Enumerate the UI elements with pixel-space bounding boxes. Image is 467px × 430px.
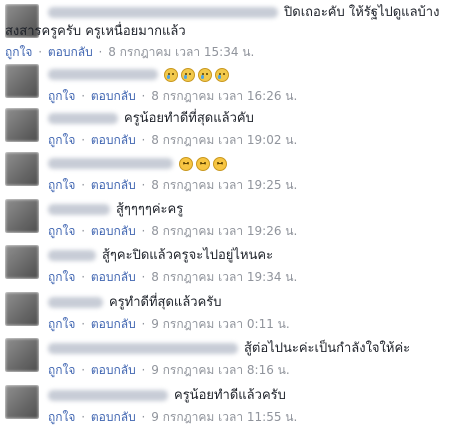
- avatar[interactable]: [5, 108, 39, 142]
- comment-timestamp[interactable]: 8 กรกฎาคม เวลา 19:26 น.: [151, 224, 297, 238]
- sad-face-icon: [213, 156, 227, 171]
- comment-body: ครูน้อยทำดีแล้วครับ: [48, 387, 286, 404]
- separator: ·: [137, 410, 150, 424]
- comment-text: สู้ๆคะปิดแล้วครูจะไปอยู่ไหนคะ: [102, 248, 274, 263]
- comment-text: ครูน้อยทำดีแล้วครับ: [174, 388, 286, 403]
- comment-actions: ถูกใจ · ตอบกลับ · 8 กรกฎาคม เวลา 16:26 น…: [48, 88, 297, 104]
- comment-actions: ถูกใจ · ตอบกลับ · 8 กรกฎาคม เวลา 19:26 น…: [48, 223, 297, 239]
- comment-text: ครูทำดีที่สุดแล้วครับ: [109, 295, 222, 310]
- like-link[interactable]: ถูกใจ: [48, 89, 75, 103]
- comment-body: ครูน้อยทำดีที่สุดแล้วคับ: [48, 110, 254, 127]
- reply-link[interactable]: ตอบกลับ: [48, 45, 93, 59]
- separator: ·: [77, 270, 89, 284]
- separator: ·: [137, 178, 150, 192]
- sad-face-icon: [196, 156, 210, 171]
- comment-body: สู้ๆคะปิดแล้วครูจะไปอยู่ไหนคะ: [48, 247, 273, 264]
- comment-timestamp[interactable]: 8 กรกฎาคม เวลา 16:26 น.: [151, 89, 297, 103]
- comment-timestamp[interactable]: 8 กรกฎาคม เวลา 19:25 น.: [151, 178, 297, 192]
- comment-body: ปิดเถอะคับ ให้รัฐไปดูแลบ้าง: [48, 4, 439, 21]
- avatar[interactable]: [5, 338, 39, 372]
- separator: ·: [137, 133, 150, 147]
- separator: ·: [137, 89, 150, 103]
- reply-link[interactable]: ตอบกลับ: [91, 317, 136, 331]
- comment-timestamp[interactable]: 9 กรกฎาคม เวลา 11:55 น.: [151, 410, 297, 424]
- crying-face-icon: [164, 67, 178, 82]
- avatar[interactable]: [5, 385, 39, 419]
- comment-body: สู้ๆๆๆๆค่ะครู: [48, 201, 183, 218]
- comment-text-continued: สงสารครูครับ ครูเหนื่อยมากแล้ว: [5, 24, 186, 39]
- separator: ·: [137, 270, 150, 284]
- comment-actions: ถูกใจ · ตอบกลับ · 9 กรกฎาคม เวลา 11:55 น…: [48, 409, 297, 425]
- comment-timestamp[interactable]: 9 กรกฎาคม เวลา 8:16 น.: [151, 363, 290, 377]
- commenter-name-redacted[interactable]: [48, 297, 103, 308]
- separator: ·: [137, 363, 150, 377]
- separator: ·: [94, 45, 107, 59]
- comment-body: [48, 155, 230, 172]
- like-link[interactable]: ถูกใจ: [48, 133, 75, 147]
- separator: ·: [77, 317, 89, 331]
- crying-face-icon: [198, 67, 212, 82]
- reply-link[interactable]: ตอบกลับ: [91, 178, 136, 192]
- crying-face-icon: [181, 67, 195, 82]
- comment-actions: ถูกใจ · ตอบกลับ · 8 กรกฎาคม เวลา 19:25 น…: [48, 177, 297, 193]
- like-link[interactable]: ถูกใจ: [48, 317, 75, 331]
- commenter-name-redacted[interactable]: [48, 69, 158, 80]
- separator: ·: [77, 133, 89, 147]
- separator: ·: [137, 224, 150, 238]
- commenter-name-redacted[interactable]: [48, 390, 168, 401]
- reply-link[interactable]: ตอบกลับ: [91, 89, 136, 103]
- commenter-name-redacted[interactable]: [48, 250, 96, 261]
- avatar[interactable]: [5, 199, 39, 233]
- commenter-name-redacted[interactable]: [48, 204, 110, 215]
- reply-link[interactable]: ตอบกลับ: [91, 224, 136, 238]
- commenter-name-redacted[interactable]: [48, 7, 278, 18]
- avatar[interactable]: [5, 64, 39, 98]
- commenter-name-redacted[interactable]: [48, 343, 238, 354]
- avatar[interactable]: [5, 152, 39, 186]
- comment-text: ปิดเถอะคับ ให้รัฐไปดูแลบ้าง: [284, 5, 440, 20]
- reply-link[interactable]: ตอบกลับ: [91, 410, 136, 424]
- commenter-name-redacted[interactable]: [48, 158, 173, 169]
- comment-timestamp[interactable]: 9 กรกฎาคม เวลา 0:11 น.: [151, 317, 290, 331]
- reply-link[interactable]: ตอบกลับ: [91, 133, 136, 147]
- separator: ·: [34, 45, 46, 59]
- avatar[interactable]: [5, 245, 39, 279]
- comment-timestamp[interactable]: 8 กรกฎาคม เวลา 19:02 น.: [151, 133, 297, 147]
- comment-actions: ถูกใจ · ตอบกลับ · 9 กรกฎาคม เวลา 8:16 น.: [48, 362, 290, 378]
- comment-timestamp[interactable]: 8 กรกฎาคม เวลา 19:34 น.: [151, 270, 297, 284]
- comment-body: ครูทำดีที่สุดแล้วครับ: [48, 294, 222, 311]
- separator: ·: [77, 89, 89, 103]
- comment-timestamp[interactable]: 8 กรกฎาคม เวลา 15:34 น.: [108, 45, 254, 59]
- comment-actions: ถูกใจ · ตอบกลับ · 8 กรกฎาคม เวลา 19:34 น…: [48, 269, 297, 285]
- reply-link[interactable]: ตอบกลับ: [91, 363, 136, 377]
- separator: ·: [137, 317, 150, 331]
- crying-face-icon: [215, 67, 229, 82]
- comment-actions: ถูกใจ · ตอบกลับ · 8 กรกฎาคม เวลา 19:02 น…: [48, 132, 297, 148]
- like-link[interactable]: ถูกใจ: [48, 363, 75, 377]
- like-link[interactable]: ถูกใจ: [48, 224, 75, 238]
- comment-body: สู้ต่อไปนะค่ะเป็นกำลังใจให้ค่ะ: [48, 340, 410, 357]
- comment-body: [48, 66, 232, 83]
- like-link[interactable]: ถูกใจ: [48, 410, 75, 424]
- comment-actions: ถูกใจ · ตอบกลับ · 9 กรกฎาคม เวลา 0:11 น.: [48, 316, 290, 332]
- comment-text: สู้ต่อไปนะค่ะเป็นกำลังใจให้ค่ะ: [244, 341, 411, 356]
- separator: ·: [77, 363, 89, 377]
- like-link[interactable]: ถูกใจ: [5, 45, 32, 59]
- like-link[interactable]: ถูกใจ: [48, 178, 75, 192]
- reply-link[interactable]: ตอบกลับ: [91, 270, 136, 284]
- separator: ·: [77, 224, 89, 238]
- comment-actions: ถูกใจ · ตอบกลับ · 8 กรกฎาคม เวลา 15:34 น…: [5, 44, 254, 60]
- comment-text: ครูน้อยทำดีที่สุดแล้วคับ: [124, 111, 254, 126]
- sad-face-icon: [179, 156, 193, 171]
- avatar[interactable]: [5, 292, 39, 326]
- commenter-name-redacted[interactable]: [48, 113, 118, 124]
- comment-text: สู้ๆๆๆๆค่ะครู: [116, 202, 184, 217]
- separator: ·: [77, 410, 89, 424]
- like-link[interactable]: ถูกใจ: [48, 270, 75, 284]
- separator: ·: [77, 178, 89, 192]
